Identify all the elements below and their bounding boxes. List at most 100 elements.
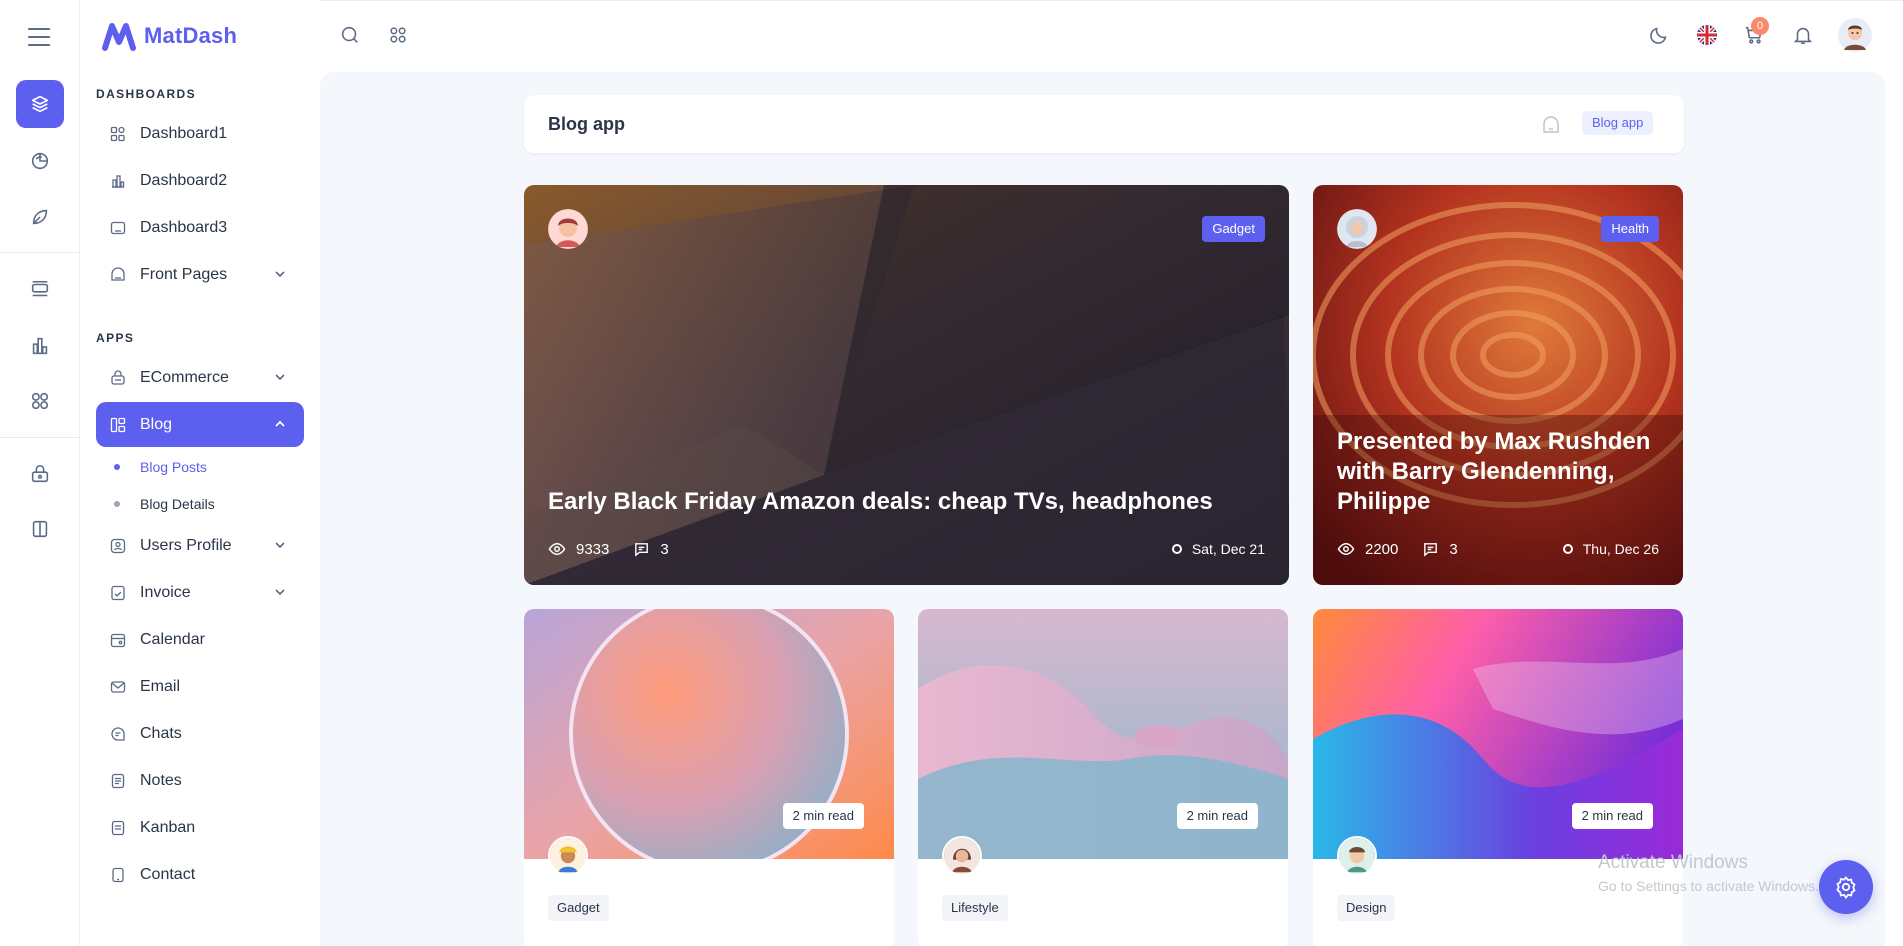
sidebar-item-label: Front Pages [140,265,228,283]
sidebar-item-blog[interactable]: Blog [96,402,304,447]
view-count: 9333 [576,540,610,558]
author-avatar [942,836,982,876]
phone-icon [110,867,126,883]
sidebar-item-kanban[interactable]: Kanban [96,805,304,850]
comment-icon [635,542,649,557]
sidebar-item-label: ECommerce [140,368,229,386]
sidebar-item-label: Blog [140,415,173,433]
view-count: 2200 [1365,540,1399,558]
author-avatar [548,209,588,249]
category-badge: Lifestyle [942,895,1008,921]
post-date: Thu, Dec 26 [1582,541,1659,557]
rail-apps-icon[interactable] [16,377,64,425]
sidebar-item-chats[interactable]: Chats [96,711,304,756]
sidebar-item-contact[interactable]: Contact [96,852,304,897]
sidebar-item-label: Notes [140,771,182,789]
section-title-apps: APPS [96,331,135,345]
post-card[interactable]: 2 min read Lifestyle [918,609,1288,946]
matdash-logo-icon [102,23,136,51]
bullet-icon [114,501,120,507]
rail-layers-icon[interactable] [16,80,64,128]
sidebar-item-email[interactable]: Email [96,664,304,709]
aperture-icon [110,126,126,142]
sidebar-item-dashboard1[interactable]: Dashboard1 [96,111,304,156]
sidebar-item-label: Invoice [140,583,191,601]
user-avatar[interactable] [1838,18,1872,52]
sidebar-item-users-profile[interactable]: Users Profile [96,523,304,568]
chevron-down-icon [275,589,285,596]
featured-post-card[interactable]: Health Presented by Max Rushden with Bar… [1313,185,1683,585]
kanban-icon [110,820,126,836]
uk-flag-language-icon[interactable] [1694,22,1720,48]
sidebar-item-label: Dashboard2 [140,171,228,189]
sidebar-item-label: Email [140,677,181,695]
post-meta: 9333 3 Sat, Dec 21 [548,539,1265,559]
read-time-badge: 2 min read [782,803,864,829]
post-date: Sat, Dec 21 [1191,541,1265,557]
read-time-badge: 2 min read [1176,803,1258,829]
category-badge: Health [1601,216,1659,242]
brand-name: MatDash [144,23,238,48]
dark-mode-moon-icon[interactable] [1646,22,1672,48]
sidebar-subitem-blog-details[interactable]: Blog Details [96,487,304,521]
chevron-down-icon [275,271,285,278]
chart-icon [110,173,126,189]
eye-icon [548,542,566,556]
read-time-badge: 2 min read [1571,803,1653,829]
category-badge: Gadget [548,895,609,921]
windows-activation-watermark: Activate Windows Go to Settings to activ… [1598,852,1819,894]
home-icon [110,266,126,283]
comment-count: 3 [660,540,669,558]
post-title[interactable]: Presented by Max Rushden with Barry Glen… [1337,427,1655,517]
notes-icon [110,773,126,789]
apps-grid-icon[interactable] [385,22,411,48]
post-title[interactable]: Early Black Friday Amazon deals: cheap T… [548,487,1261,517]
sidebar-item-label: Kanban [140,818,196,836]
sidebar-item-front-pages[interactable]: Front Pages [96,252,304,297]
screen-icon [110,220,126,236]
gear-icon [1836,876,1856,899]
post-card[interactable]: 2 min read Design [1313,609,1683,946]
sidebar-item-dashboard2[interactable]: Dashboard2 [96,158,304,203]
rail-lock-icon[interactable] [16,450,64,498]
rail-leaf-icon[interactable] [16,193,64,241]
breadcrumb-current: Blog app [1582,111,1654,135]
rail-bar-chart-icon[interactable] [16,322,64,370]
sidebar-item-notes[interactable]: Notes [96,758,304,803]
rail-book-icon[interactable] [16,505,64,553]
author-avatar [1337,209,1377,249]
mail-icon [110,679,126,695]
notification-bell-icon[interactable] [1790,22,1816,48]
blog-icon [110,417,126,433]
chevron-up-icon [275,420,285,427]
sidebar-item-label: Chats [140,724,182,742]
sidebar-subitem-label: Blog Details [140,496,215,512]
watermark-line2: Go to Settings to activate Windows. [1598,878,1819,894]
logo[interactable]: MatDash [102,20,237,52]
mini-rail [0,0,80,946]
sidebar-item-ecommerce[interactable]: ECommerce [96,355,304,400]
rail-chart-pie-icon[interactable] [16,137,64,185]
menu-toggle-icon[interactable] [28,28,50,46]
chevron-down-icon [275,374,285,381]
sidebar-item-dashboard3[interactable]: Dashboard3 [96,205,304,250]
featured-post-card[interactable]: Gadget Early Black Friday Amazon deals: … [524,185,1289,585]
category-badge: Gadget [1202,216,1265,242]
sidebar-subitem-blog-posts[interactable]: Blog Posts [96,450,304,484]
user-icon [110,538,126,554]
settings-fab[interactable] [1819,860,1873,914]
sidebar-item-label: Calendar [140,630,205,648]
sidebar-item-label: Contact [140,865,196,883]
sidebar: MatDash DASHBOARDS Dashboard1 Dashboard2… [80,0,320,946]
file-check-icon [110,585,126,601]
rail-layout-icon[interactable] [16,266,64,314]
breadcrumb-bar: Blog app Blog app [524,95,1684,153]
sidebar-item-invoice[interactable]: Invoice [96,570,304,615]
post-card[interactable]: 2 min read Gadget [524,609,894,946]
basket-icon [110,369,126,386]
search-icon[interactable] [337,22,363,48]
sidebar-item-calendar[interactable]: Calendar [96,617,304,662]
home-breadcrumb-icon[interactable] [1541,115,1561,135]
post-meta: 2200 3 Thu, Dec 26 [1337,539,1659,559]
chevron-down-icon [275,542,285,549]
